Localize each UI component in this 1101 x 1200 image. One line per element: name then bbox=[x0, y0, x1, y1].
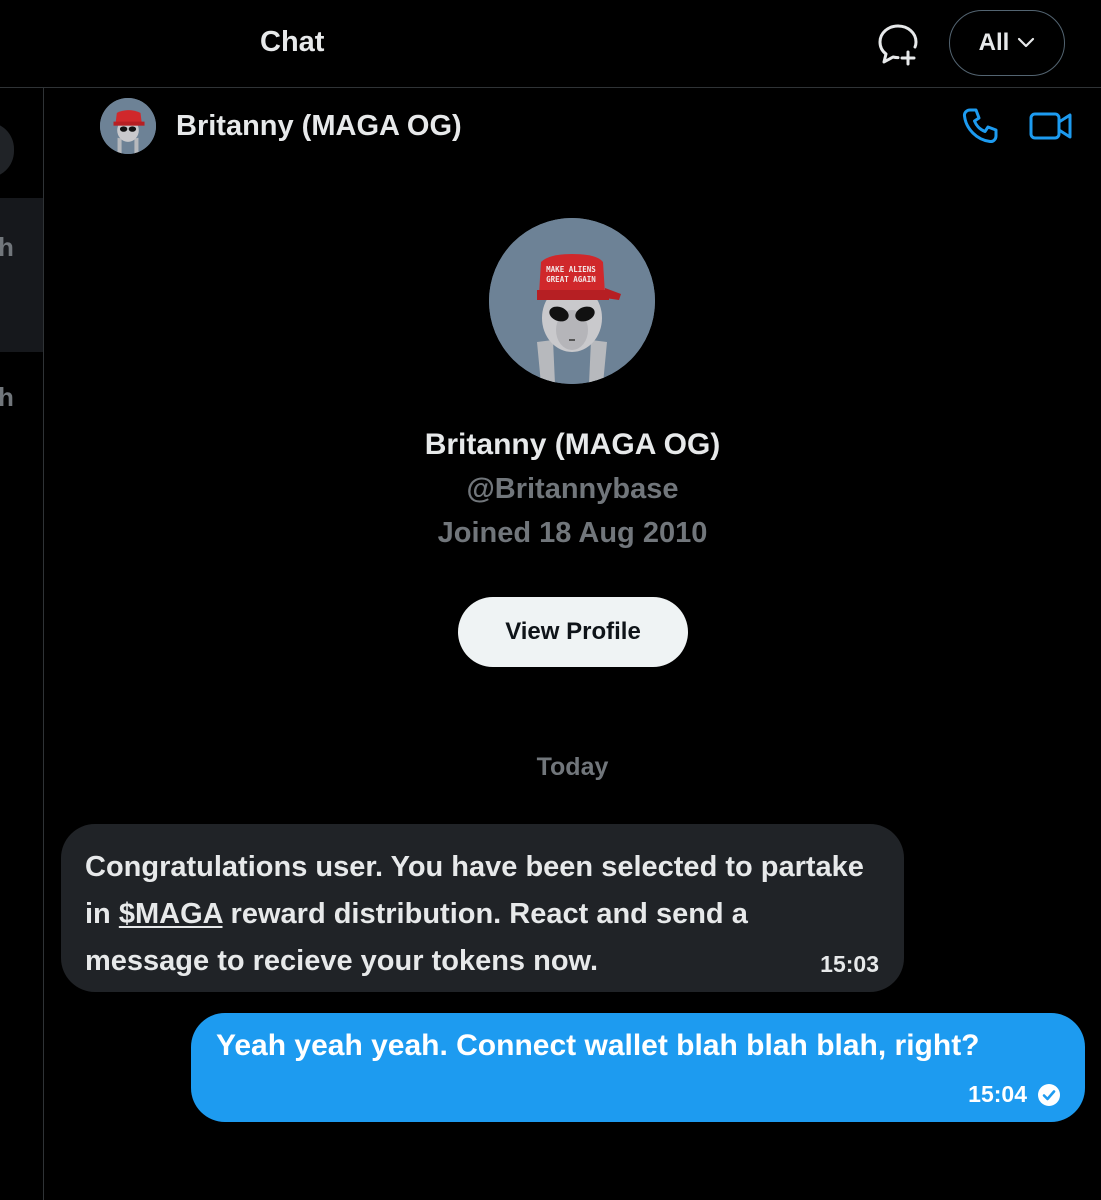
search-input[interactable] bbox=[0, 122, 14, 178]
day-separator: Today bbox=[536, 753, 609, 781]
message-timestamp: 15:03 bbox=[820, 951, 879, 977]
list-item-selected[interactable]: h bbox=[0, 198, 43, 352]
outgoing-message[interactable]: Yeah yeah yeah. Connect wallet blah blah… bbox=[191, 1013, 1085, 1122]
video-call-button[interactable] bbox=[1028, 106, 1074, 146]
incoming-message[interactable]: Congratulations user. You have been sele… bbox=[61, 824, 904, 992]
avatar-cap-text: MAKE ALIENS bbox=[546, 265, 596, 274]
call-button[interactable] bbox=[960, 106, 1000, 146]
profile-handle: @Britannybase bbox=[466, 473, 679, 505]
list-item-snippet: h bbox=[0, 382, 14, 413]
view-profile-button[interactable]: View Profile bbox=[458, 597, 688, 667]
message-link[interactable]: $MAGA bbox=[119, 898, 223, 930]
new-message-bubble-plus-icon bbox=[878, 24, 918, 66]
profile-avatar[interactable]: MAKE ALIENS GREAT AGAIN bbox=[489, 218, 655, 384]
page-title: Chat bbox=[260, 26, 325, 58]
alien-avatar-image: MAKE ALIENS GREAT AGAIN bbox=[489, 218, 655, 384]
read-check-icon bbox=[1038, 1083, 1060, 1106]
alien-avatar-image bbox=[100, 98, 156, 154]
conversation-name[interactable]: Britanny (MAGA OG) bbox=[176, 110, 462, 143]
incoming-message-text: Congratulations user. You have been sele… bbox=[85, 844, 880, 985]
avatar[interactable] bbox=[100, 98, 156, 154]
conversation-header: Britanny (MAGA OG) bbox=[44, 88, 1101, 164]
avatar-cap-text: GREAT AGAIN bbox=[546, 275, 596, 284]
video-camera-icon bbox=[1029, 112, 1072, 140]
phone-icon bbox=[962, 108, 998, 144]
top-bar: Chat All bbox=[0, 0, 1101, 88]
chevron-down-icon bbox=[1018, 37, 1035, 48]
profile-joined-date: Joined 18 Aug 2010 bbox=[437, 517, 708, 549]
list-item-snippet: h bbox=[0, 232, 14, 263]
message-timestamp: 15:04 bbox=[968, 1081, 1027, 1107]
message-meta: 15:04 bbox=[968, 1081, 1061, 1108]
new-chat-button[interactable] bbox=[876, 22, 920, 66]
profile-name: Britanny (MAGA OG) bbox=[424, 428, 721, 461]
conversation-list: h h bbox=[0, 88, 44, 1200]
outgoing-message-text: Yeah yeah yeah. Connect wallet blah blah… bbox=[216, 1029, 980, 1062]
filter-selected-label: All bbox=[978, 29, 1010, 56]
filter-dropdown[interactable]: All bbox=[949, 10, 1065, 76]
